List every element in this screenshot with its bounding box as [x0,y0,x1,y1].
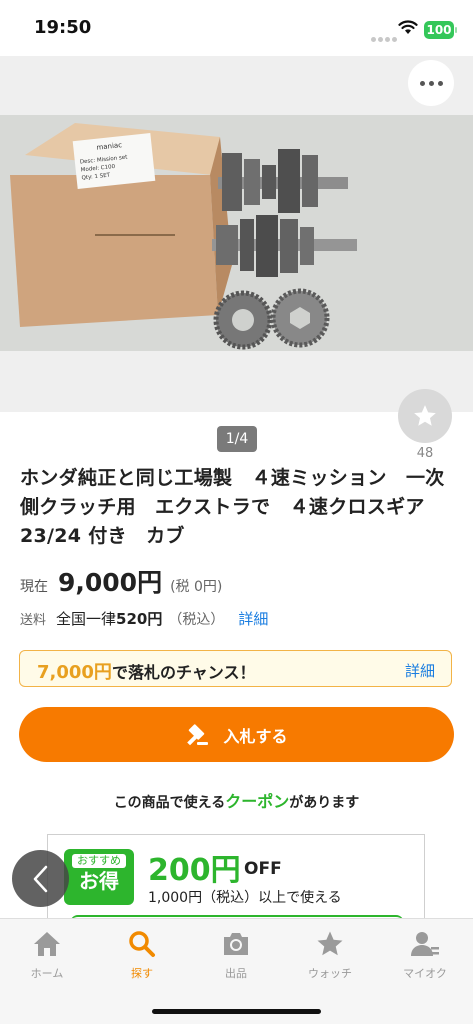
gavel-icon [185,723,209,746]
chance-message: で落札のチャンス！ [111,663,256,682]
tab-search-label: 探す [131,967,153,980]
tab-sell[interactable]: 出品 [196,929,276,981]
price-tax: (税 0円) [170,579,223,595]
search-icon [102,929,182,959]
coupon-badge-main: お得 [79,869,119,893]
coupon-off: OFF [244,859,282,879]
shipping-tax: （税込） [168,612,225,628]
status-bar: 19:50 100 [0,0,473,56]
more-options-button[interactable] [408,60,454,106]
coupon-available-text: この商品で使えるクーポンがあります [0,788,473,812]
chance-price: 7,000円 [37,662,112,683]
coupon-amount: 200円 [148,853,241,888]
bid-button[interactable]: 入札する [19,707,454,762]
user-icon [385,929,465,959]
coupon-condition: 1,000円（税込）以上で使える [148,890,342,906]
back-button[interactable] [12,850,69,907]
chevron-left-icon [33,865,47,892]
watch-star-button[interactable] [398,389,452,443]
chance-detail-link[interactable]: 詳細 [405,660,435,681]
bid-button-label: 入札する [223,726,288,746]
shipping-price: 520円 [116,610,163,628]
wifi-icon [398,20,418,39]
coupon-line-prefix: この商品で使える [113,795,226,811]
current-price-row: 現在 9,000円 (税 0円) [20,563,222,597]
price-label: 現在 [20,579,48,595]
shipping-value: 全国一律520円 [56,608,162,629]
status-time: 19:50 [34,17,92,38]
current-price: 9,000円 [58,568,163,597]
tab-sell-label: 出品 [225,967,247,980]
home-icon [7,929,87,959]
coupon-badge-top: おすすめ [72,854,126,868]
coupon-line-suffix: があります [289,795,360,811]
product-photo[interactable]: maniac Desc: Mission set Model: C100 Qty… [0,115,473,351]
shipping-row: 送料 全国一律520円 （税込） 詳細 [20,608,268,629]
dot [419,80,425,86]
tab-home[interactable]: ホーム [7,929,87,981]
watch-count: 48 [416,446,434,461]
shipping-detail-link[interactable]: 詳細 [238,608,268,629]
winning-chance-banner[interactable]: 7,000円で落札のチャンス！ 詳細 [19,650,452,687]
image-page-indicator: 1/4 [217,426,257,452]
battery-indicator: 100 [424,21,457,39]
coupon-line-highlight: クーポン [225,792,290,811]
home-indicator [152,1009,321,1014]
cellular-signal-icon [371,27,399,46]
dot [428,80,434,86]
tab-watch[interactable]: ウォッチ [290,929,370,981]
tab-my-auction[interactable]: マイオク [385,929,465,981]
coupon-badge: おすすめ お得 [64,849,134,905]
item-title: ホンダ純正と同じ工場製 ４速ミッション 一次側クラッチ用 エクストラで ４速クロ… [20,467,445,547]
tab-search[interactable]: 探す [102,929,182,981]
star-icon [414,405,436,426]
tab-my-auction-label: マイオク [403,967,447,980]
dot [437,80,443,86]
shipping-prefix: 全国一律 [56,610,117,628]
shipping-label: 送料 [20,613,47,628]
product-image-gallery[interactable]: maniac Desc: Mission set Model: C100 Qty… [0,56,473,412]
camera-icon [196,929,276,959]
chance-text: 7,000円で落札のチャンス！ [37,658,255,684]
tab-watch-label: ウォッチ [308,967,352,980]
tab-home-label: ホーム [30,967,64,980]
star-icon [290,929,370,959]
